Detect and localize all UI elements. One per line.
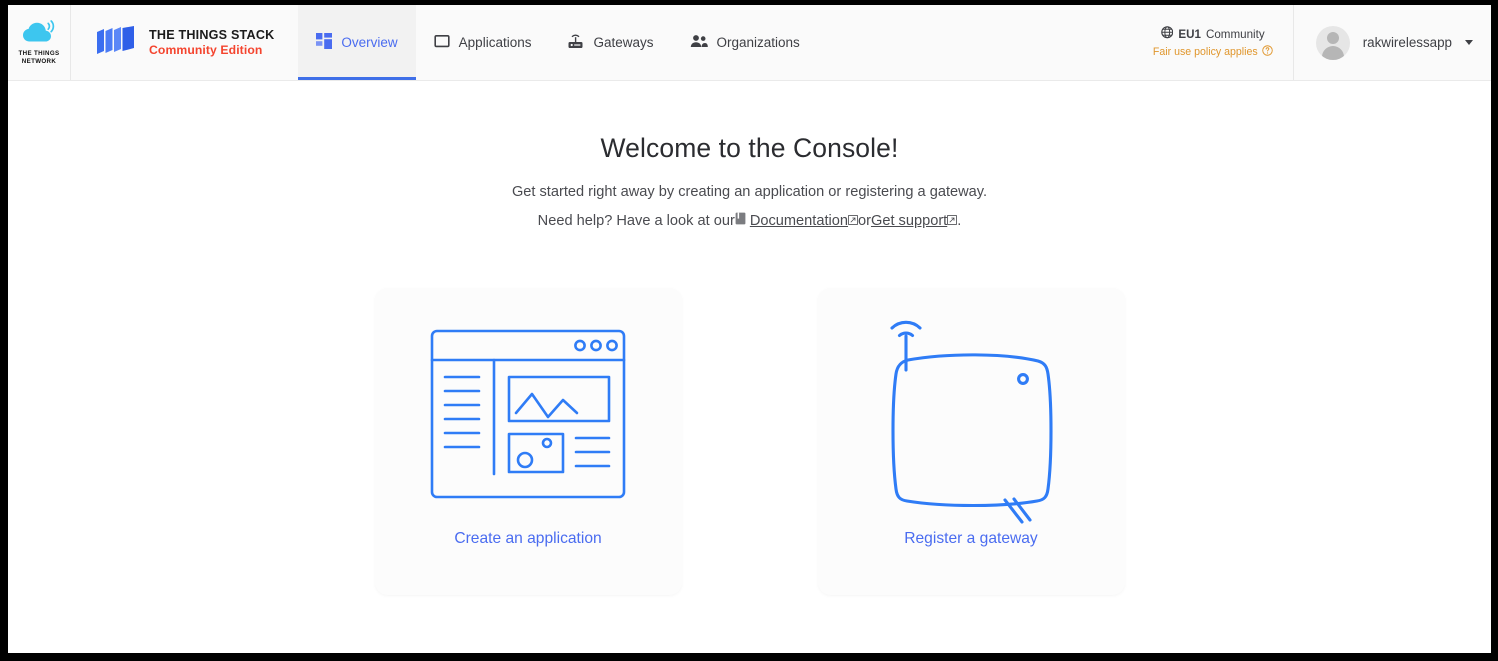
chevron-down-icon[interactable] xyxy=(1465,40,1473,45)
stack-title: THE THINGS STACK xyxy=(149,27,275,42)
grid-icon xyxy=(316,33,333,52)
main-navigation: Overview Applications Gateways Organizat… xyxy=(298,5,817,80)
question-circle-icon[interactable] xyxy=(1261,45,1273,59)
nav-item-applications[interactable]: Applications xyxy=(416,5,550,80)
nav-item-overview[interactable]: Overview xyxy=(298,5,416,80)
cluster-region: EU1 Community xyxy=(1161,26,1265,42)
stack-subtitle: Community Edition xyxy=(149,42,263,57)
console-window: THE THINGS NETWORK THE THINGS STACK Comm… xyxy=(8,5,1491,653)
top-header: THE THINGS NETWORK THE THINGS STACK Comm… xyxy=(8,5,1491,81)
user-menu[interactable]: rakwirelessapp xyxy=(1294,5,1491,80)
documentation-link-label: Documentation xyxy=(749,212,848,229)
register-gateway-label: Register a gateway xyxy=(904,530,1038,547)
ttn-logo[interactable]: THE THINGS NETWORK xyxy=(8,5,71,80)
help-middle-text: or xyxy=(858,212,871,229)
create-application-card[interactable]: Create an application xyxy=(374,288,682,595)
nav-label-gateways: Gateways xyxy=(593,35,654,50)
globe-icon xyxy=(1161,26,1174,42)
nav-label-organizations: Organizations xyxy=(716,35,800,50)
cluster-region-suffix: Community xyxy=(1205,27,1265,41)
main-content: Welcome to the Console! Get started righ… xyxy=(8,81,1491,595)
external-link-icon xyxy=(848,213,858,229)
application-window-illustration xyxy=(430,298,626,530)
nav-label-applications: Applications xyxy=(458,35,532,50)
user-avatar-icon xyxy=(1315,25,1350,60)
get-support-link-label: Get support xyxy=(870,212,948,229)
fair-use-policy[interactable]: Fair use policy applies xyxy=(1153,45,1273,59)
get-support-link[interactable]: Get support xyxy=(871,213,947,229)
help-line: Need help? Have a look at our Documentat… xyxy=(8,212,1491,229)
register-gateway-card[interactable]: Register a gateway xyxy=(817,288,1125,595)
gateway-device-illustration xyxy=(881,298,1061,530)
nav-item-organizations[interactable]: Organizations xyxy=(672,5,818,80)
nav-item-gateways[interactable]: Gateways xyxy=(549,5,671,80)
book-icon xyxy=(735,212,746,229)
ttn-logo-text-line2: NETWORK xyxy=(21,58,57,65)
cluster-region-name: EU1 xyxy=(1178,27,1201,41)
square-outline-icon xyxy=(434,33,450,52)
create-application-label: Create an application xyxy=(454,530,602,547)
documentation-link[interactable]: Documentation xyxy=(750,213,848,229)
things-stack-logo[interactable]: THE THINGS STACK Community Edition xyxy=(71,5,298,80)
external-link-icon-support xyxy=(947,213,958,229)
gateway-router-icon xyxy=(567,33,584,53)
action-cards: Create an application Register a gateway xyxy=(8,288,1491,595)
cluster-info: EU1 Community Fair use policy applies xyxy=(1133,5,1294,80)
help-suffix-text: . xyxy=(957,212,962,229)
fair-use-policy-label: Fair use policy applies xyxy=(1152,45,1258,58)
nav-label-overview: Overview xyxy=(341,35,398,50)
stacked-books-icon xyxy=(95,25,139,60)
page-title: Welcome to the Console! xyxy=(600,133,899,163)
ttn-logo-text-line1: THE THINGS xyxy=(18,49,60,57)
page-subtitle: Get started right away by creating an ap… xyxy=(511,184,988,200)
people-icon xyxy=(690,33,708,52)
header-right-cluster: EU1 Community Fair use policy applies ra… xyxy=(1133,5,1491,80)
cloud-signal-icon xyxy=(20,19,58,49)
help-prefix-text: Need help? Have a look at our xyxy=(537,212,735,229)
user-name-label: rakwirelessapp xyxy=(1362,35,1452,50)
